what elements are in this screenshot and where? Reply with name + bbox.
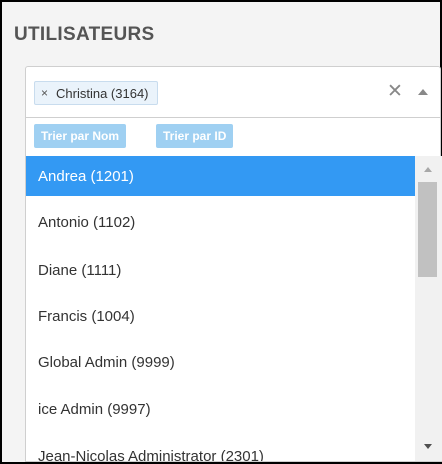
scroll-up-icon[interactable] [424,167,432,172]
option-global-admin[interactable]: Global Admin (9999) [26,342,415,382]
option-antonio[interactable]: Antonio (1102) [26,202,415,242]
scroll-down-icon[interactable] [424,444,432,449]
option-andrea[interactable]: Andrea (1201) [26,156,415,196]
panel-title: UTILISATEURS [14,24,155,45]
remove-chip-icon[interactable]: × [41,86,48,100]
chip-label: Christina (3164) [56,85,149,101]
sort-by-id-button[interactable]: Trier par ID [156,124,234,148]
options-scrollbar[interactable] [415,156,442,461]
option-ice-admin[interactable]: ice Admin (9997) [26,389,415,429]
user-options-list[interactable]: Andrea (1201) Antonio (1102) Diane (1111… [25,156,442,462]
users-panel: UTILISATEURS s × Christina (3164) ✕ Trie… [0,0,442,464]
sort-toolbar: Trier par Nom Trier par ID [25,118,441,156]
option-francis[interactable]: Francis (1004) [26,296,415,336]
user-multiselect[interactable]: × Christina (3164) ✕ [25,66,441,118]
option-diane[interactable]: Diane (1111) [26,250,415,290]
clear-selection-icon[interactable]: ✕ [387,80,403,103]
scroll-thumb[interactable] [418,182,437,277]
selected-user-chip: × Christina (3164) [34,81,158,105]
caret-up-icon[interactable] [418,89,428,95]
option-jean-nicolas[interactable]: Jean-Nicolas Administrator (2301) [26,436,415,462]
sort-by-name-button[interactable]: Trier par Nom [34,124,127,148]
